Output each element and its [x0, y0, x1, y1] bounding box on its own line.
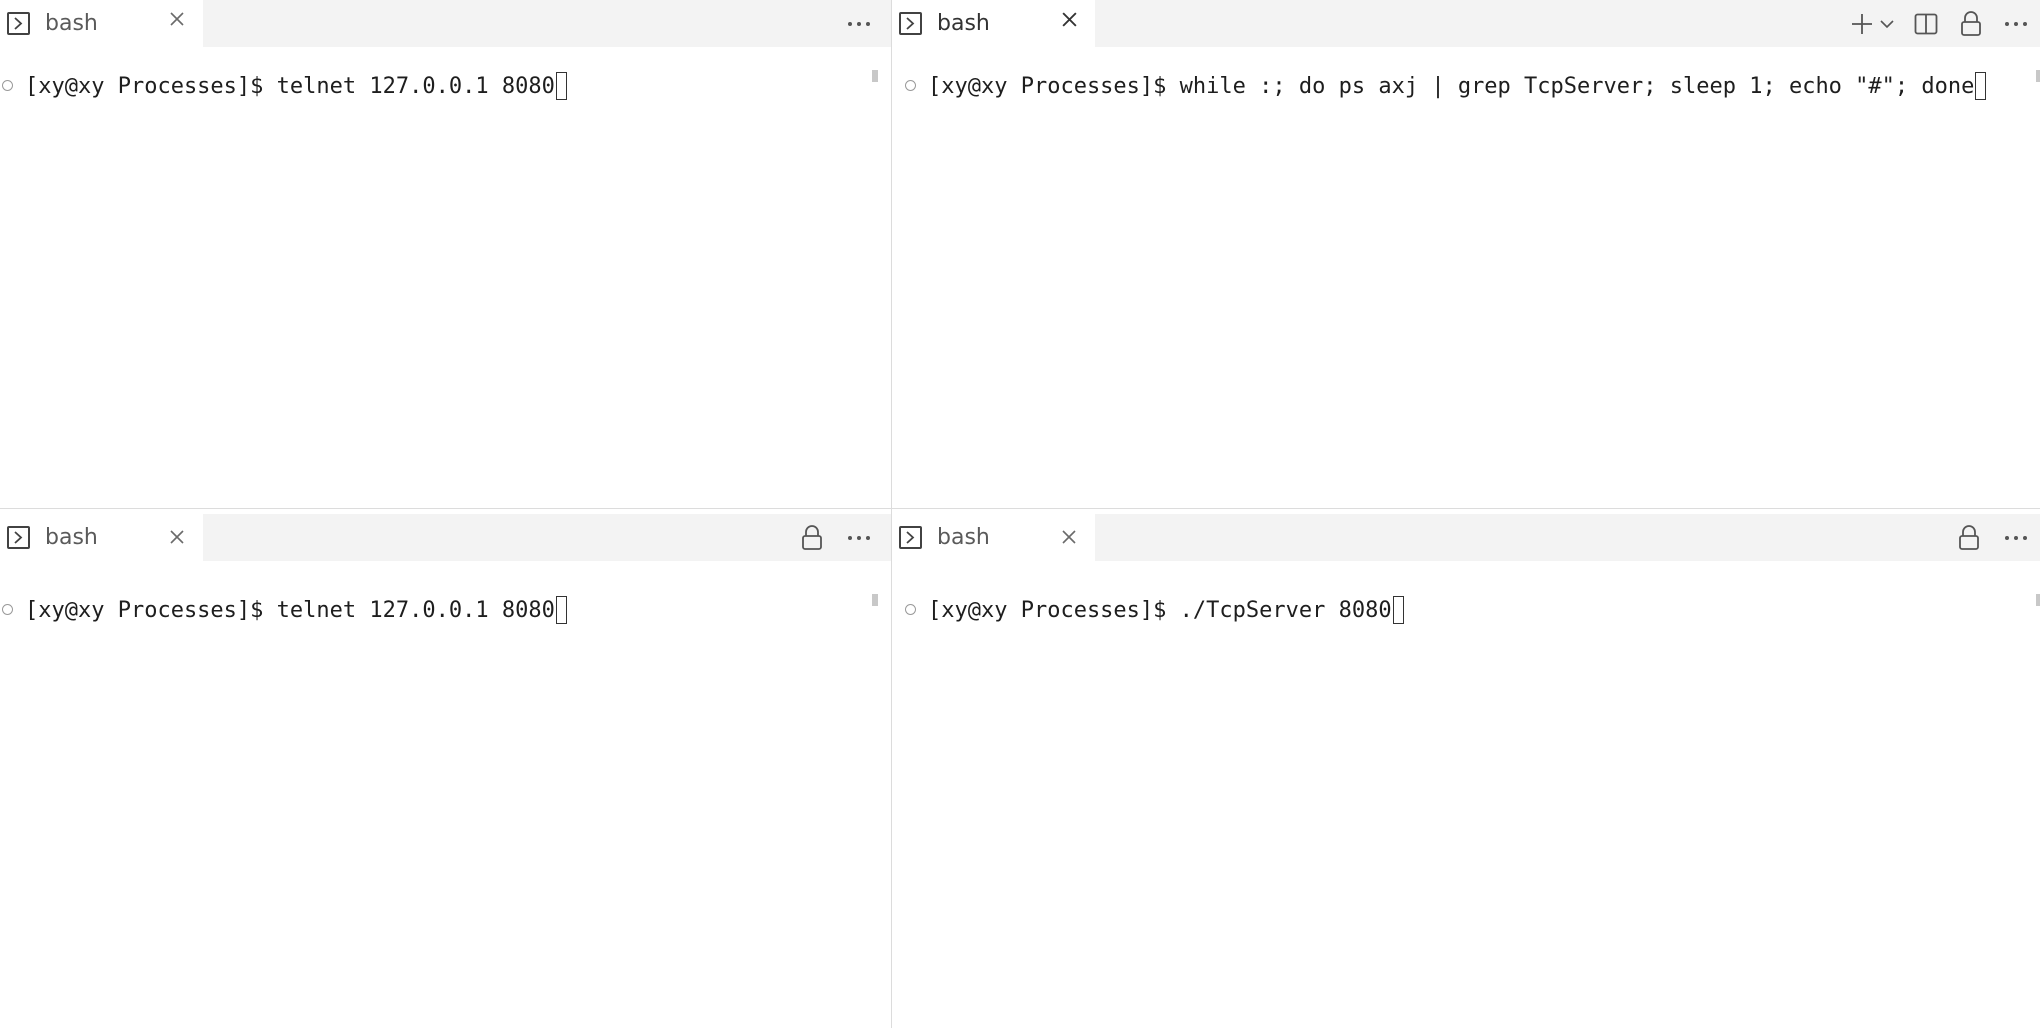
text-cursor	[1392, 596, 1404, 624]
scrollbar[interactable]	[2036, 70, 2040, 82]
prompt: [xy@xy Processes]$	[25, 597, 277, 623]
command-status-icon	[905, 604, 916, 615]
tab-label: bash	[45, 525, 98, 550]
more-icon[interactable]	[2004, 9, 2028, 39]
prompt: [xy@xy Processes]$	[928, 73, 1180, 99]
command-status-icon	[905, 80, 916, 91]
pane-actions	[1958, 514, 2040, 561]
prompt: [xy@xy Processes]$	[25, 73, 277, 99]
command-text: telnet 127.0.0.1 8080	[276, 597, 555, 623]
text-cursor	[1975, 72, 1987, 100]
tab-bash[interactable]: bash	[0, 0, 203, 47]
lock-icon[interactable]	[1960, 9, 1982, 39]
terminal-line: [xy@xy Processes]$ telnet 127.0.0.1 8080	[25, 72, 567, 100]
terminal-line: [xy@xy Processes]$ telnet 127.0.0.1 8080	[25, 596, 567, 624]
more-icon[interactable]	[847, 523, 871, 553]
terminal-pane-top-left[interactable]: bash [xy@xy Processes]$ telnet 127.0.0.1…	[0, 0, 891, 508]
pane-actions	[847, 0, 891, 47]
tab-bar: bash	[0, 514, 891, 561]
command-text: telnet 127.0.0.1 8080	[276, 73, 555, 99]
command-text: ./TcpServer 8080	[1179, 597, 1392, 623]
tab-bar: bash	[892, 0, 2040, 47]
terminal-icon	[7, 526, 30, 549]
tab-bash[interactable]: bash	[0, 514, 203, 561]
terminal-line: [xy@xy Processes]$ while :; do ps axj | …	[928, 72, 1987, 100]
tab-bash[interactable]: bash	[892, 0, 1095, 47]
close-icon[interactable]	[164, 6, 190, 32]
text-cursor	[555, 72, 567, 100]
horizontal-divider[interactable]	[0, 508, 2040, 509]
text-cursor	[555, 596, 567, 624]
lock-icon[interactable]	[801, 523, 823, 553]
split-icon[interactable]	[1914, 9, 1938, 39]
vertical-divider[interactable]	[891, 0, 892, 1028]
terminal-icon	[7, 12, 30, 35]
close-icon[interactable]	[1056, 6, 1082, 32]
terminal-pane-top-right[interactable]: bash [xy@xy Processes]$ while:; do ps a…	[892, 0, 2040, 508]
prompt: [xy@xy Processes]$	[928, 597, 1180, 623]
terminal-line: [xy@xy Processes]$ ./TcpServer 8080	[928, 596, 1404, 624]
plus-icon[interactable]	[1850, 9, 1874, 39]
scrollbar[interactable]	[872, 594, 878, 606]
close-icon[interactable]	[164, 524, 190, 550]
command-status-icon	[2, 80, 13, 91]
tab-bar: bash	[0, 0, 891, 47]
terminal-pane-bottom-left[interactable]: bash [xy@xy Processes]$ telnet 127.0.0.1…	[0, 509, 891, 1028]
command-status-icon	[2, 604, 13, 615]
close-icon[interactable]	[1056, 524, 1082, 550]
tab-bar: bash	[892, 514, 2040, 561]
tab-label: bash	[937, 525, 990, 550]
tab-label: bash	[937, 11, 990, 36]
tab-bash[interactable]: bash	[892, 514, 1095, 561]
scrollbar[interactable]	[872, 70, 878, 82]
pane-actions	[801, 514, 891, 561]
more-icon[interactable]	[847, 9, 871, 39]
scrollbar[interactable]	[2036, 594, 2040, 606]
lock-icon[interactable]	[1958, 523, 1980, 553]
terminal-icon	[899, 12, 922, 35]
terminal-icon	[899, 526, 922, 549]
chevron-down-icon[interactable]	[1880, 9, 1894, 39]
terminal-pane-bottom-right[interactable]: bash [xy@xy Processes]$ ./TcpServer 8080	[892, 509, 2040, 1028]
pane-actions	[1850, 0, 2040, 47]
command-text: while :; do ps axj | grep TcpServer; sle…	[1179, 73, 1975, 99]
more-icon[interactable]	[2004, 523, 2028, 553]
terminal-grid: bash [xy@xy Processes]$ telnet 127.0.0.1…	[0, 0, 2040, 1028]
tab-label: bash	[45, 11, 98, 36]
